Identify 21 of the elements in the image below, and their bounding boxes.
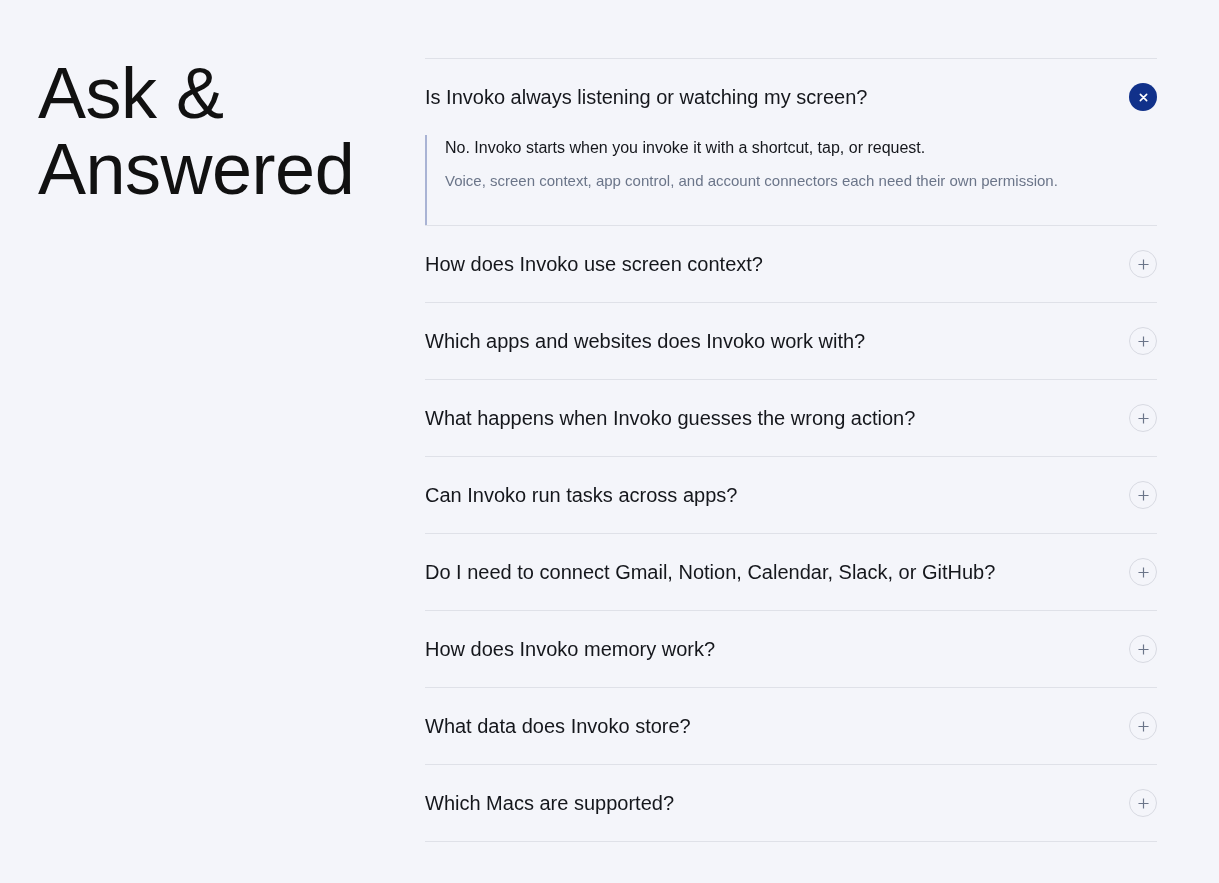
close-icon[interactable] <box>1129 83 1157 111</box>
answer-detail: Voice, screen context, app control, and account connectors each need their own permission. <box>445 171 1059 191</box>
plus-icon[interactable] <box>1129 481 1157 509</box>
plus-icon[interactable] <box>1129 250 1157 278</box>
faq-question[interactable]: Which apps and websites does Invoko work with? <box>425 303 1157 379</box>
plus-icon[interactable] <box>1129 789 1157 817</box>
faq-question[interactable]: How does Invoko memory work? <box>425 611 1157 687</box>
plus-icon[interactable] <box>1129 404 1157 432</box>
plus-icon[interactable] <box>1129 327 1157 355</box>
section-heading: Ask & Answered <box>38 55 356 207</box>
plus-icon[interactable] <box>1129 558 1157 586</box>
faq-question[interactable]: Do I need to connect Gmail, Notion, Calendar, Slack, or GitHub? <box>425 534 1157 610</box>
faq-question[interactable]: Is Invoko always listening or watching my screen? <box>425 59 1157 135</box>
plus-icon[interactable] <box>1129 712 1157 740</box>
faq-question[interactable]: How does Invoko use screen context? <box>425 226 1157 302</box>
plus-icon[interactable] <box>1129 635 1157 663</box>
answer-text: No. Invoko starts when you invoke it with a shortcut, tap, or request. <box>445 138 927 158</box>
faq-question[interactable]: What happens when Invoko guesses the wrong action? <box>425 380 1157 456</box>
faq-question[interactable]: What data does Invoko store? <box>425 688 1157 764</box>
faq-question[interactable]: Which Macs are supported? <box>425 765 1157 841</box>
faq-question[interactable]: Can Invoko run tasks across apps? <box>425 457 1157 533</box>
